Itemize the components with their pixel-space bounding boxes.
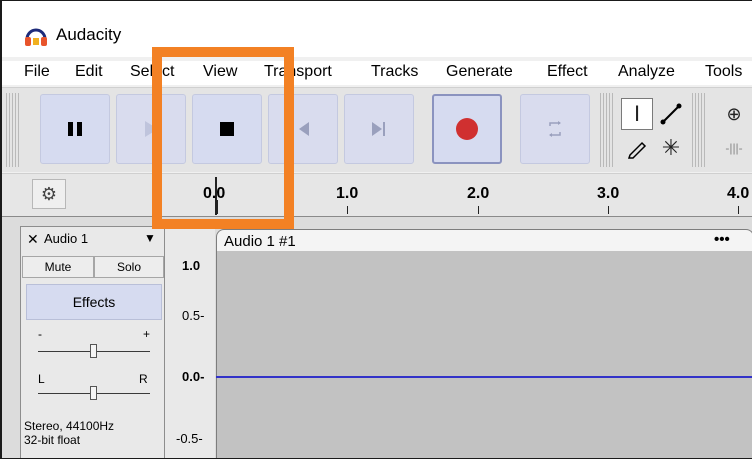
timeline-ruler[interactable] [2,173,752,217]
menu-analyze[interactable]: Analyze [618,63,675,81]
ruler-label: 3.0 [597,185,620,202]
toolbar-grip[interactable] [6,93,20,167]
pan-slider-thumb[interactable] [90,386,97,400]
gain-minus-label: - [38,327,42,341]
multi-tool-icon: ✳ [661,135,681,160]
zoom-in-icon: ⊕ [726,103,742,124]
effects-button[interactable]: Effects [26,284,162,320]
skip-to-end-icon [372,122,385,136]
record-button[interactable] [432,94,502,164]
ruler-tick [347,206,348,214]
vruler-label: 1.0 [182,258,201,273]
pause-button[interactable] [40,94,110,164]
selection-tool[interactable]: I [621,98,653,130]
pan-left-label: L [38,372,45,386]
menu-tracks[interactable]: Tracks [371,63,418,81]
envelope-tool[interactable] [655,98,687,130]
waveform-area[interactable] [216,251,752,458]
gain-plus-label: + [143,327,151,341]
ruler-tick [738,206,739,214]
gain-slider-thumb[interactable] [90,344,97,358]
close-icon[interactable]: ✕ [27,231,39,248]
skip-to-end-button[interactable] [344,94,414,164]
track-name-menu[interactable]: Audio 1 [44,231,88,246]
menu-edit[interactable]: Edit [75,63,103,81]
waveform-line [216,376,752,378]
vruler-label: -0.5- [176,431,203,446]
selection-tool-icon: I [633,101,641,126]
loop-icon [549,121,561,137]
draw-tool-icon [627,141,647,159]
multi-tool[interactable]: ✳ [655,132,687,164]
edit-tools-grip[interactable] [692,93,706,167]
pause-icon [68,122,82,136]
app-title: Audacity [56,25,122,44]
vruler-label: 0.5- [182,308,205,323]
menu-tools[interactable]: Tools [705,63,742,81]
format-line: 32-bit float [24,433,81,447]
menu-effect[interactable]: Effect [547,63,588,81]
menu-file[interactable]: File [24,63,50,81]
format-line: Stereo, 44100Hz [24,419,115,433]
loop-button[interactable] [520,94,590,164]
headphones-icon [25,28,47,46]
clip-menu-button[interactable]: ••• [714,231,730,248]
pan-right-label: R [139,372,148,386]
draw-tool[interactable] [621,132,653,164]
chevron-down-icon[interactable]: ▼ [144,231,156,245]
zoom-in-button[interactable]: ⊕ [718,98,750,130]
track-format-info: Stereo, 44100Hz 32-bit float [24,419,114,447]
ruler-tick [478,206,479,214]
audacity-window: Audacity File Edit Select View Transport… [0,0,752,459]
tools-grip[interactable] [600,93,614,167]
solo-button[interactable]: Solo [94,256,164,278]
gear-icon: ⚙ [40,183,58,204]
envelope-tool-icon [660,103,682,125]
mute-button[interactable]: Mute [22,256,94,278]
clip-header[interactable] [216,229,752,251]
skip-to-start-icon [299,122,309,136]
ruler-tick [608,206,609,214]
timeline-settings-button[interactable]: ⚙ [32,179,66,209]
ruler-label: 2.0 [467,185,490,202]
highlight-box [152,47,294,229]
trim-button[interactable]: -|||- [718,132,750,164]
record-icon [456,118,478,140]
ruler-label: 4.0 [727,185,750,202]
ruler-label: 1.0 [336,185,359,202]
trim-icon: -|||- [725,141,743,155]
vruler-label: 0.0- [182,369,205,384]
clip-title[interactable]: Audio 1 #1 [224,233,296,250]
menu-generate[interactable]: Generate [446,63,513,81]
